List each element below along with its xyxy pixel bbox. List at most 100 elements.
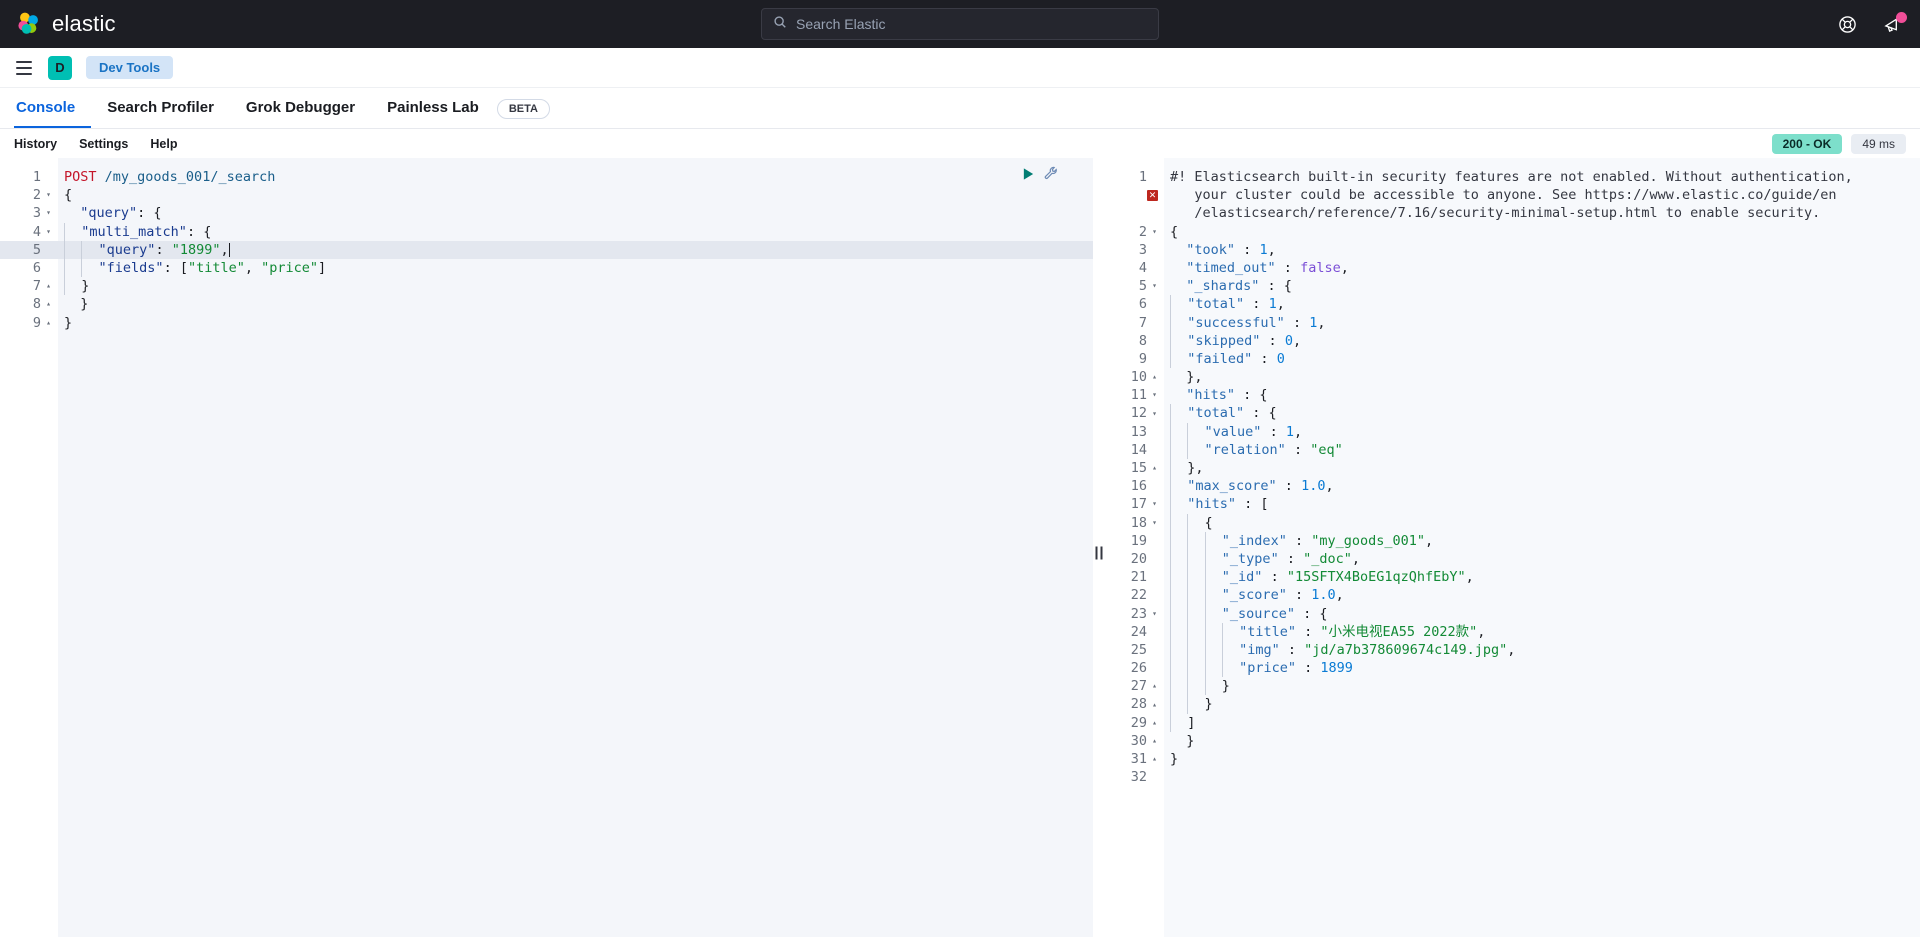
code-line[interactable]: "query": { bbox=[58, 204, 1093, 222]
code-line[interactable]: "hits" : { bbox=[1164, 386, 1920, 404]
fold-toggle-icon[interactable]: ▾ bbox=[1151, 609, 1158, 618]
fold-toggle-icon[interactable]: ▴ bbox=[1151, 700, 1158, 709]
request-code[interactable]: POST /my_goods_001/_search{ "query": { "… bbox=[58, 158, 1093, 937]
response-code[interactable]: #! Elasticsearch built-in security featu… bbox=[1164, 158, 1920, 937]
request-editor[interactable]: 1 2 ▾ 3 ▾ 4 ▾ 5 6 7 ▴ 8 ▴ 9 ▴ POST /my_goods_001/_sear… bbox=[0, 158, 1093, 937]
code-line[interactable]: }, bbox=[1164, 459, 1920, 478]
code-line[interactable]: "successful" : 1, bbox=[1164, 313, 1920, 332]
code-line[interactable]: ] bbox=[1164, 713, 1920, 732]
search-input[interactable]: Search Elastic bbox=[761, 8, 1159, 40]
fold-toggle-icon[interactable]: ▴ bbox=[1151, 373, 1158, 381]
code-line[interactable]: "relation" : "eq" bbox=[1164, 440, 1920, 459]
code-token: "skipped" bbox=[1187, 332, 1261, 349]
pane-resize-handle[interactable] bbox=[1093, 158, 1104, 937]
brand[interactable]: elastic bbox=[16, 11, 116, 37]
code-line[interactable]: "value" : 1, bbox=[1164, 422, 1920, 441]
code-line[interactable]: "failed" : 0 bbox=[1164, 349, 1920, 369]
indent-guide bbox=[1204, 568, 1222, 587]
play-run-icon[interactable] bbox=[1022, 167, 1035, 181]
code-line[interactable]: } bbox=[1164, 695, 1920, 714]
error-marker-icon[interactable]: ✕ bbox=[1147, 189, 1158, 201]
breadcrumb-item-dev-tools[interactable]: Dev Tools bbox=[86, 56, 174, 79]
fold-toggle-icon[interactable]: ▾ bbox=[45, 191, 52, 199]
code-line[interactable]: { bbox=[1164, 223, 1920, 241]
fold-toggle-icon[interactable]: ▴ bbox=[45, 282, 52, 290]
code-line[interactable]: "_id" : "15SFTX4BoEG1qzQhfEbY", bbox=[1164, 568, 1920, 587]
line-number-label: 23 bbox=[1130, 605, 1147, 622]
request-gutter: 1 2 ▾ 3 ▾ 4 ▾ 5 6 7 ▴ 8 ▴ 9 ▴ bbox=[0, 158, 58, 937]
code-line[interactable]: { bbox=[58, 186, 1093, 204]
indent-guide bbox=[1170, 549, 1187, 569]
fold-toggle-icon[interactable]: ▴ bbox=[45, 318, 52, 327]
code-line[interactable]: "timed_out" : false, bbox=[1164, 259, 1920, 277]
code-line[interactable]: "price" : 1899 bbox=[1164, 659, 1920, 678]
code-line[interactable]: "max_score" : 1.0, bbox=[1164, 477, 1920, 496]
code-token: "max_score" bbox=[1187, 478, 1277, 495]
indent-guide bbox=[1170, 404, 1187, 423]
code-line[interactable]: } bbox=[1164, 732, 1920, 750]
code-line[interactable]: your cluster could be accessible to anyo… bbox=[1164, 186, 1920, 204]
code-line[interactable]: } bbox=[58, 314, 1093, 332]
code-line[interactable]: }, bbox=[1164, 368, 1920, 386]
code-line[interactable]: } bbox=[1164, 677, 1920, 696]
code-line[interactable]: "total" : { bbox=[1164, 404, 1920, 423]
fold-toggle-icon[interactable]: ▾ bbox=[45, 209, 52, 217]
fold-toggle-icon[interactable]: ▾ bbox=[1151, 391, 1158, 399]
code-line[interactable]: "_shards" : { bbox=[1164, 277, 1920, 295]
code-token: 0 bbox=[1284, 332, 1293, 349]
code-line[interactable]: "_source" : { bbox=[1164, 604, 1920, 623]
code-line[interactable]: "_index" : "my_goods_001", bbox=[1164, 531, 1920, 550]
fold-toggle-icon[interactable]: ▴ bbox=[1151, 682, 1158, 690]
code-line[interactable]: "img" : "jd/a7b378609674c149.jpg", bbox=[1164, 640, 1920, 660]
line-number: 4 bbox=[1104, 259, 1164, 277]
fold-toggle-icon[interactable]: ▴ bbox=[1151, 718, 1158, 727]
code-line[interactable]: "title" : "小米电视EA55 2022款", bbox=[1164, 622, 1920, 641]
code-line[interactable]: "_type" : "_doc", bbox=[1164, 549, 1920, 569]
settings-button[interactable]: Settings bbox=[79, 137, 128, 151]
code-line[interactable] bbox=[1164, 768, 1920, 786]
fold-toggle-icon[interactable]: ▾ bbox=[45, 227, 52, 236]
code-token: "total" bbox=[1187, 296, 1245, 313]
wrench-settings-icon[interactable] bbox=[1044, 166, 1059, 181]
code-line[interactable]: } bbox=[58, 295, 1093, 313]
indent-guide bbox=[1170, 313, 1187, 332]
code-line[interactable]: "hits" : [ bbox=[1164, 495, 1920, 514]
help-button[interactable]: Help bbox=[150, 137, 177, 151]
fold-toggle-icon[interactable]: ▾ bbox=[1151, 518, 1158, 527]
code-line[interactable]: "multi_match": { bbox=[58, 222, 1093, 241]
code-line[interactable]: /elasticsearch/reference/7.16/security-m… bbox=[1164, 204, 1920, 222]
code-line[interactable]: "skipped" : 0, bbox=[1164, 331, 1920, 350]
indent-guide bbox=[1187, 622, 1204, 641]
tab-painless-lab[interactable]: Painless Lab bbox=[371, 100, 495, 128]
code-line[interactable]: "_score" : 1.0, bbox=[1164, 586, 1920, 605]
code-line[interactable]: { bbox=[1164, 513, 1920, 532]
megaphone-announcement-icon[interactable] bbox=[1883, 11, 1907, 34]
lifebuoy-help-icon[interactable] bbox=[1838, 15, 1857, 34]
code-line[interactable]: } bbox=[58, 277, 1093, 296]
code-line[interactable]: "total" : 1, bbox=[1164, 295, 1920, 314]
fold-toggle-icon[interactable]: ▾ bbox=[1151, 282, 1158, 290]
code-line[interactable]: "fields": ["title", "price"] bbox=[58, 258, 1093, 278]
tab-grok-debugger[interactable]: Grok Debugger bbox=[230, 100, 371, 128]
fold-toggle-icon[interactable]: ▾ bbox=[1151, 500, 1158, 508]
code-line[interactable]: "took" : 1, bbox=[1164, 241, 1920, 259]
fold-toggle-icon[interactable]: ▾ bbox=[1151, 227, 1158, 236]
code-token: { bbox=[1170, 223, 1179, 240]
code-line[interactable]: } bbox=[1164, 750, 1920, 768]
fold-toggle-icon[interactable]: ▾ bbox=[1151, 409, 1158, 418]
tab-console[interactable]: Console bbox=[14, 100, 92, 128]
fold-toggle-icon[interactable]: ▴ bbox=[45, 300, 52, 308]
fold-toggle-icon[interactable]: ▴ bbox=[1151, 736, 1158, 745]
space-avatar[interactable]: D bbox=[48, 55, 72, 80]
code-line[interactable]: "query": "1899", bbox=[58, 240, 1093, 259]
tab-search-profiler[interactable]: Search Profiler bbox=[91, 100, 230, 128]
history-button[interactable]: History bbox=[14, 137, 57, 151]
fold-toggle-icon[interactable]: ▴ bbox=[1151, 755, 1158, 763]
response-editor[interactable]: 1 ✕ 2 ▾ 3 4 5 ▾ 6 7 8 9 10 ▴ 11 ▾ 12 ▾ 13 14 15 ▴ 16 17 ▾ 18 ▾ 19 20… bbox=[1104, 158, 1920, 937]
code-line[interactable]: POST /my_goods_001/_search bbox=[58, 168, 1093, 186]
fold-toggle-icon[interactable]: ▴ bbox=[1151, 464, 1158, 472]
code-line[interactable]: #! Elasticsearch built-in security featu… bbox=[1164, 168, 1920, 186]
hamburger-menu-icon[interactable] bbox=[14, 57, 34, 79]
